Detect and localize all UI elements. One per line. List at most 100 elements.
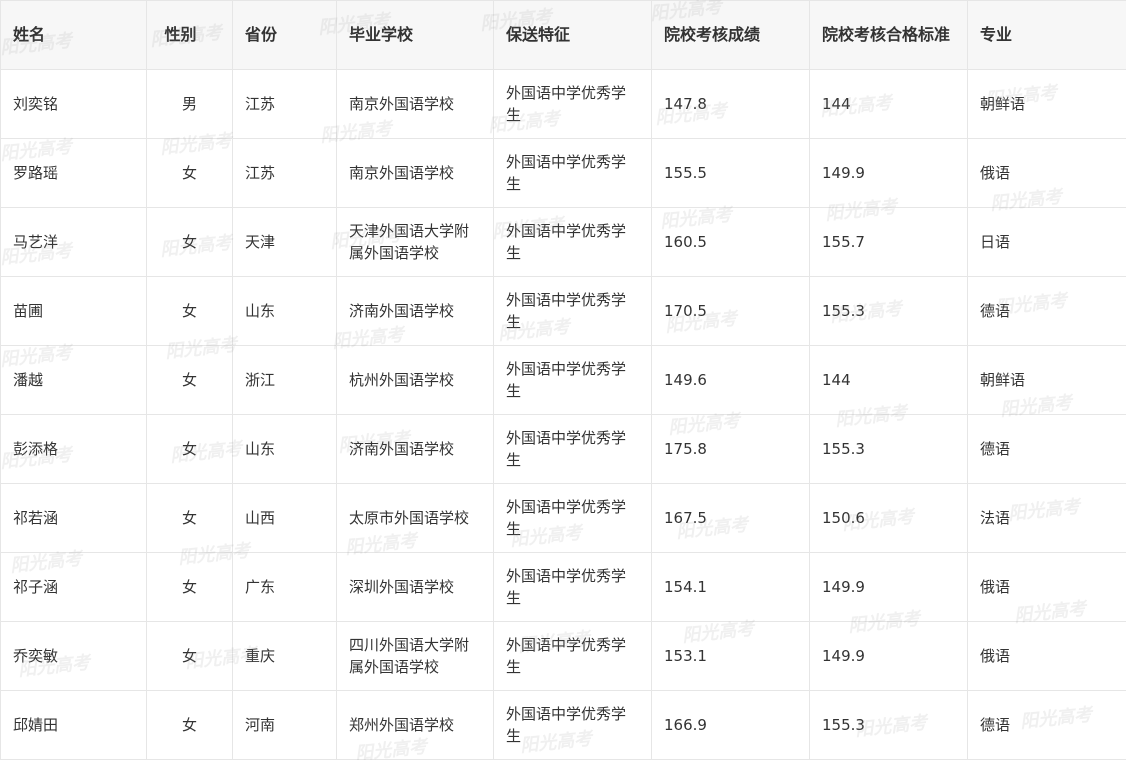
cell-score: 170.5 xyxy=(651,276,810,346)
cell-school: 太原市外国语学校 xyxy=(336,483,494,553)
cell-score: 166.9 xyxy=(651,690,810,760)
cell-major: 法语 xyxy=(967,483,1126,553)
header-standard: 院校考核合格标准 xyxy=(809,0,968,70)
cell-school: 杭州外国语学校 xyxy=(336,345,494,415)
cell-score: 175.8 xyxy=(651,414,810,484)
table-row: 潘越 女 浙江 杭州外国语学校 外国语中学优秀学生 149.6 144 朝鲜语 xyxy=(0,345,1126,415)
table-header: 姓名 性别 省份 毕业学校 保送特征 院校考核成绩 院校考核合格标准 专业 xyxy=(0,0,1126,70)
cell-province: 河南 xyxy=(232,690,337,760)
cell-gender: 女 xyxy=(146,621,233,691)
cell-province: 江苏 xyxy=(232,69,337,139)
cell-major: 日语 xyxy=(967,207,1126,277)
cell-feature: 外国语中学优秀学生 xyxy=(493,345,652,415)
cell-name: 邱婧田 xyxy=(0,690,147,760)
cell-gender: 女 xyxy=(146,207,233,277)
cell-score: 147.8 xyxy=(651,69,810,139)
table-row: 祁若涵 女 山西 太原市外国语学校 外国语中学优秀学生 167.5 150.6 … xyxy=(0,483,1126,553)
cell-score: 149.6 xyxy=(651,345,810,415)
header-school: 毕业学校 xyxy=(336,0,494,70)
cell-feature: 外国语中学优秀学生 xyxy=(493,483,652,553)
cell-standard: 155.3 xyxy=(809,414,968,484)
cell-school: 南京外国语学校 xyxy=(336,69,494,139)
cell-province: 山东 xyxy=(232,414,337,484)
admission-table: 姓名 性别 省份 毕业学校 保送特征 院校考核成绩 院校考核合格标准 专业 刘奕… xyxy=(0,0,1126,760)
header-score: 院校考核成绩 xyxy=(651,0,810,70)
cell-standard: 155.3 xyxy=(809,690,968,760)
table-body: 刘奕铭 男 江苏 南京外国语学校 外国语中学优秀学生 147.8 144 朝鲜语… xyxy=(0,69,1126,760)
table-row: 罗路瑶 女 江苏 南京外国语学校 外国语中学优秀学生 155.5 149.9 俄… xyxy=(0,138,1126,208)
cell-major: 俄语 xyxy=(967,621,1126,691)
cell-province: 天津 xyxy=(232,207,337,277)
cell-gender: 女 xyxy=(146,345,233,415)
cell-score: 153.1 xyxy=(651,621,810,691)
cell-score: 160.5 xyxy=(651,207,810,277)
header-row: 姓名 性别 省份 毕业学校 保送特征 院校考核成绩 院校考核合格标准 专业 xyxy=(0,0,1126,70)
table-row: 苗圃 女 山东 济南外国语学校 外国语中学优秀学生 170.5 155.3 德语 xyxy=(0,276,1126,346)
cell-score: 155.5 xyxy=(651,138,810,208)
cell-major: 朝鲜语 xyxy=(967,345,1126,415)
table-row: 马艺洋 女 天津 天津外国语大学附属外国语学校 外国语中学优秀学生 160.5 … xyxy=(0,207,1126,277)
cell-school: 济南外国语学校 xyxy=(336,276,494,346)
cell-major: 俄语 xyxy=(967,552,1126,622)
header-province: 省份 xyxy=(232,0,337,70)
cell-standard: 149.9 xyxy=(809,138,968,208)
cell-major: 德语 xyxy=(967,690,1126,760)
header-feature: 保送特征 xyxy=(493,0,652,70)
cell-score: 154.1 xyxy=(651,552,810,622)
table-row: 祁子涵 女 广东 深圳外国语学校 外国语中学优秀学生 154.1 149.9 俄… xyxy=(0,552,1126,622)
cell-name: 彭添格 xyxy=(0,414,147,484)
cell-standard: 155.3 xyxy=(809,276,968,346)
table-row: 刘奕铭 男 江苏 南京外国语学校 外国语中学优秀学生 147.8 144 朝鲜语 xyxy=(0,69,1126,139)
cell-standard: 155.7 xyxy=(809,207,968,277)
cell-school: 四川外国语大学附属外国语学校 xyxy=(336,621,494,691)
cell-name: 罗路瑶 xyxy=(0,138,147,208)
cell-major: 德语 xyxy=(967,414,1126,484)
cell-feature: 外国语中学优秀学生 xyxy=(493,621,652,691)
header-name: 姓名 xyxy=(0,0,147,70)
header-gender: 性别 xyxy=(146,0,233,70)
cell-standard: 149.9 xyxy=(809,621,968,691)
cell-feature: 外国语中学优秀学生 xyxy=(493,552,652,622)
cell-score: 167.5 xyxy=(651,483,810,553)
cell-gender: 男 xyxy=(146,69,233,139)
cell-name: 乔奕敏 xyxy=(0,621,147,691)
cell-gender: 女 xyxy=(146,414,233,484)
cell-standard: 144 xyxy=(809,345,968,415)
cell-gender: 女 xyxy=(146,276,233,346)
cell-school: 天津外国语大学附属外国语学校 xyxy=(336,207,494,277)
cell-feature: 外国语中学优秀学生 xyxy=(493,276,652,346)
cell-feature: 外国语中学优秀学生 xyxy=(493,414,652,484)
cell-school: 深圳外国语学校 xyxy=(336,552,494,622)
table-row: 彭添格 女 山东 济南外国语学校 外国语中学优秀学生 175.8 155.3 德… xyxy=(0,414,1126,484)
cell-province: 山东 xyxy=(232,276,337,346)
cell-province: 浙江 xyxy=(232,345,337,415)
cell-standard: 144 xyxy=(809,69,968,139)
cell-standard: 150.6 xyxy=(809,483,968,553)
cell-feature: 外国语中学优秀学生 xyxy=(493,69,652,139)
cell-province: 广东 xyxy=(232,552,337,622)
cell-name: 马艺洋 xyxy=(0,207,147,277)
table-row: 邱婧田 女 河南 郑州外国语学校 外国语中学优秀学生 166.9 155.3 德… xyxy=(0,690,1126,760)
cell-gender: 女 xyxy=(146,138,233,208)
cell-major: 德语 xyxy=(967,276,1126,346)
cell-province: 江苏 xyxy=(232,138,337,208)
cell-gender: 女 xyxy=(146,483,233,553)
cell-province: 重庆 xyxy=(232,621,337,691)
table-row: 乔奕敏 女 重庆 四川外国语大学附属外国语学校 外国语中学优秀学生 153.1 … xyxy=(0,621,1126,691)
cell-name: 刘奕铭 xyxy=(0,69,147,139)
cell-province: 山西 xyxy=(232,483,337,553)
cell-feature: 外国语中学优秀学生 xyxy=(493,690,652,760)
cell-name: 祁若涵 xyxy=(0,483,147,553)
cell-major: 朝鲜语 xyxy=(967,69,1126,139)
cell-school: 南京外国语学校 xyxy=(336,138,494,208)
cell-name: 苗圃 xyxy=(0,276,147,346)
cell-feature: 外国语中学优秀学生 xyxy=(493,207,652,277)
cell-school: 济南外国语学校 xyxy=(336,414,494,484)
cell-school: 郑州外国语学校 xyxy=(336,690,494,760)
cell-gender: 女 xyxy=(146,552,233,622)
cell-feature: 外国语中学优秀学生 xyxy=(493,138,652,208)
cell-major: 俄语 xyxy=(967,138,1126,208)
cell-name: 潘越 xyxy=(0,345,147,415)
cell-gender: 女 xyxy=(146,690,233,760)
header-major: 专业 xyxy=(967,0,1126,70)
